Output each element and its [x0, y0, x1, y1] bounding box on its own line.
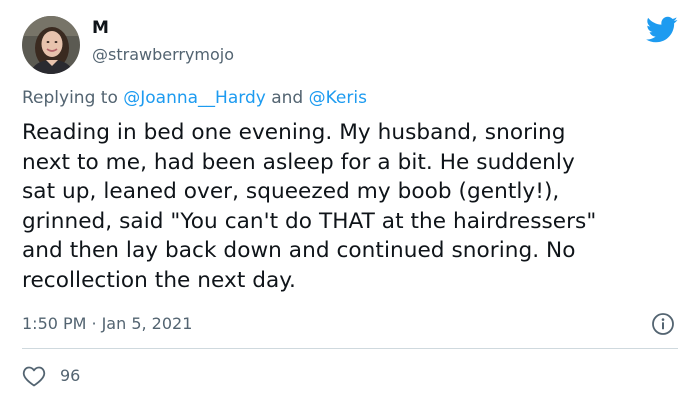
like-count: 96: [60, 366, 81, 385]
twitter-bird-icon[interactable]: [646, 16, 678, 44]
display-name[interactable]: M: [92, 18, 234, 38]
tweet-card: M @strawberrymojo Replying to @Joanna__H…: [0, 0, 700, 402]
user-handle[interactable]: @strawberrymojo: [92, 45, 234, 65]
like-button[interactable]: 96: [22, 364, 80, 388]
reply-prefix: Replying to: [22, 88, 124, 108]
avatar[interactable]: [22, 16, 80, 74]
reply-context: Replying to @Joanna__Hardy and @Keris: [22, 86, 367, 110]
tweet-text: Reading in bed one evening. My husband, …: [22, 120, 597, 293]
tweet-date[interactable]: Jan 5, 2021: [102, 314, 193, 333]
heart-icon: [22, 366, 46, 387]
meta-separator: ·: [91, 314, 97, 333]
user-info[interactable]: M @strawberrymojo: [92, 18, 234, 65]
divider: [22, 348, 678, 349]
reply-connector: and: [265, 88, 309, 108]
info-icon[interactable]: [651, 312, 675, 336]
mention-joanna-hardy[interactable]: @Joanna__Hardy: [123, 88, 266, 108]
tweet-timestamp: 1:50 PM · Jan 5, 2021: [22, 312, 192, 336]
mention-keris[interactable]: @Keris: [309, 88, 367, 108]
tweet-time[interactable]: 1:50 PM: [22, 314, 86, 333]
avatar-photo: [22, 16, 80, 74]
